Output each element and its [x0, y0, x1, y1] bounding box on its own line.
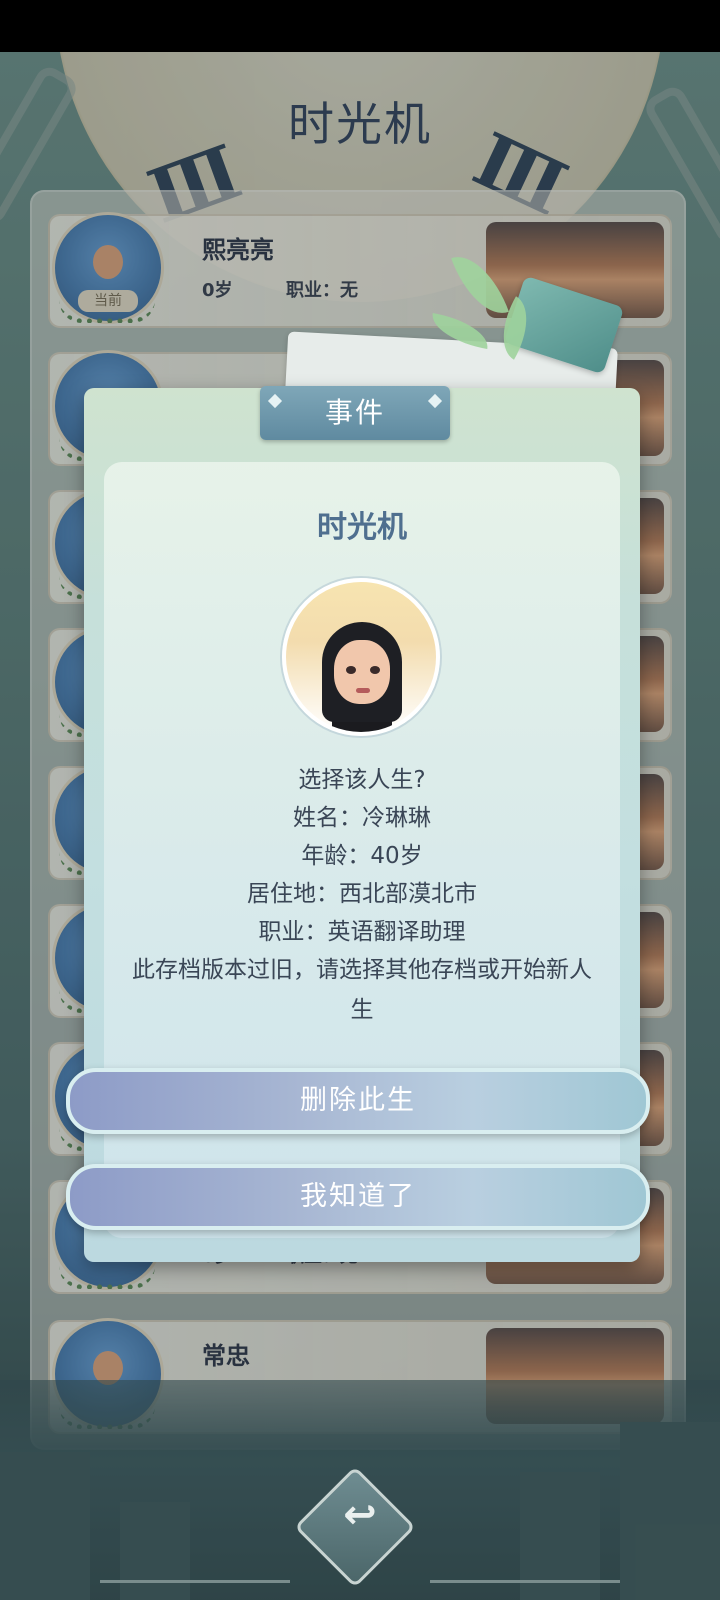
- character-residence: 居住地：西北部漠北市: [247, 881, 477, 907]
- dialog-header-label: 事件: [324, 396, 385, 429]
- dialog-title: 时光机: [317, 510, 407, 545]
- character-portrait: [282, 578, 440, 736]
- back-arrow-icon[interactable]: ↩: [0, 1492, 720, 1538]
- character-job: 职业：英语翻译助理: [258, 919, 466, 945]
- character-name: 姓名：冷琳琳: [293, 805, 431, 831]
- version-notice: 此存档版本过旧，请选择其他存档或开始新人生: [132, 957, 592, 1023]
- delete-life-button[interactable]: 删除此生: [66, 1068, 650, 1134]
- dialog-header: 事件: [260, 386, 450, 440]
- question-text: 选择该人生?: [298, 767, 426, 793]
- acknowledge-button[interactable]: 我知道了: [66, 1164, 650, 1230]
- character-age: 年龄：40岁: [301, 843, 423, 869]
- status-bar: [0, 0, 720, 52]
